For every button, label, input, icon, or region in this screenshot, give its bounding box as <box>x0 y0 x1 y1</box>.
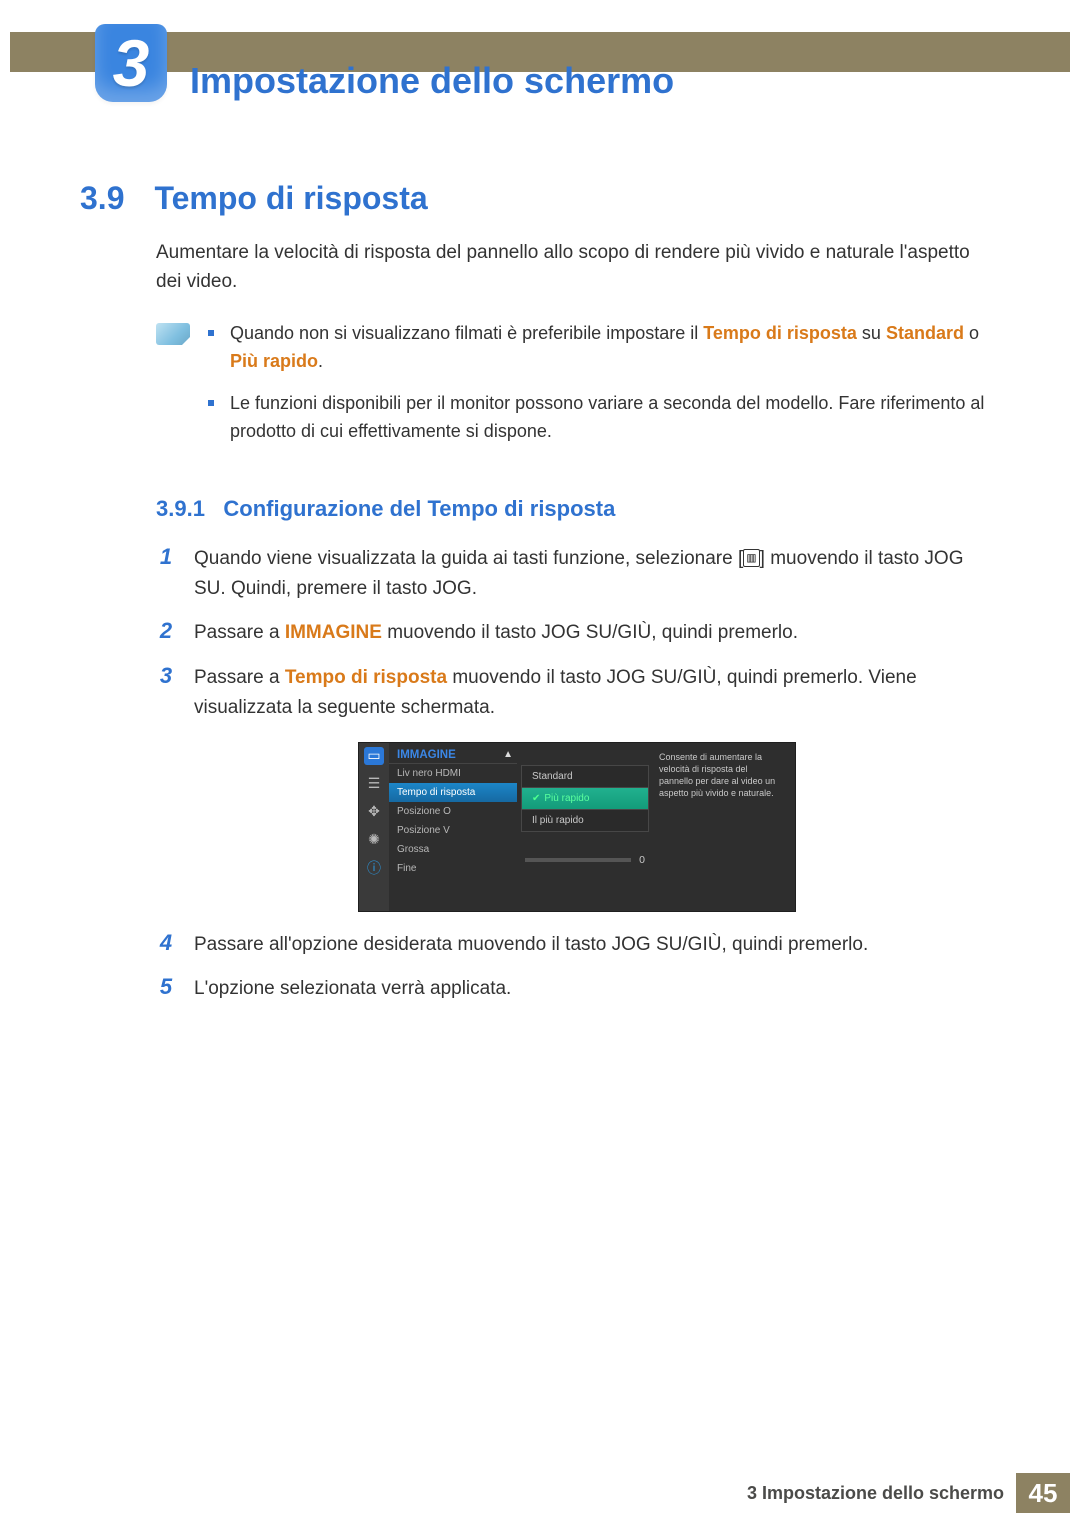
note-icon <box>156 323 190 345</box>
osd-icon-settings: ✺ <box>364 831 384 849</box>
chapter-number: 3 <box>113 24 150 102</box>
step-4: 4 Passare all'opzione desiderata muovend… <box>154 930 1000 960</box>
page-footer: 3 Impostazione dello schermo 45 <box>10 1473 1070 1513</box>
note-bullet-2: Le funzioni disponibili per il monitor p… <box>208 390 1000 446</box>
note-block: Quando non si visualizzano filmati è pre… <box>156 320 1000 460</box>
chapter-number-tab: 3 <box>95 24 167 102</box>
section-title: Tempo di risposta <box>154 180 427 216</box>
osd-slider-value: 0 <box>639 854 645 866</box>
page-content: 3.9 Tempo di risposta Aumentare la veloc… <box>80 180 1000 1018</box>
page-number: 45 <box>1016 1473 1070 1513</box>
osd-option-il-piu-rapido: Il più rapido <box>521 810 649 832</box>
subsection-heading: 3.9.1 Configurazione del Tempo di rispos… <box>156 496 1000 522</box>
step-3: 3 Passare a Tempo di risposta muovendo i… <box>154 663 1000 724</box>
footer-text: 3 Impostazione dello schermo <box>747 1483 1004 1504</box>
osd-icon-size: ☰ <box>364 775 384 793</box>
steps-list: 1 Quando viene visualizzata la guida ai … <box>154 544 1000 1005</box>
osd-help-text: Consente di aumentare la velocità di ris… <box>653 743 783 911</box>
subsection-title: Configurazione del Tempo di risposta <box>223 496 615 521</box>
chapter-title: Impostazione dello schermo <box>190 60 674 102</box>
osd-option-standard: Standard <box>521 765 649 788</box>
osd-item-liv-nero: Liv nero HDMI <box>389 764 517 783</box>
osd-item-grossa: Grossa <box>389 840 517 859</box>
osd-options: Standard Più rapido Il più rapido 0 <box>517 743 653 911</box>
osd-item-tempo-risposta: Tempo di risposta <box>389 783 517 802</box>
osd-menu-header: IMMAGINE ▲ <box>389 745 517 764</box>
menu-icon: ▥ <box>743 549 759 567</box>
osd-menu: IMMAGINE ▲ Liv nero HDMI Tempo di rispos… <box>389 743 517 911</box>
step-5: 5 L'opzione selezionata verrà applicata. <box>154 974 1000 1004</box>
section-heading: 3.9 Tempo di risposta <box>80 180 1000 217</box>
osd-item-posizione-v: Posizione V <box>389 821 517 840</box>
osd-icon-info: ⓘ <box>364 859 384 877</box>
subsection-number: 3.9.1 <box>156 496 205 521</box>
step-1: 1 Quando viene visualizzata la guida ai … <box>154 544 1000 605</box>
chapter-banner: 3 Impostazione dello schermo <box>10 24 1070 102</box>
step-2: 2 Passare a IMMAGINE muovendo il tasto J… <box>154 618 1000 648</box>
osd-option-piu-rapido: Più rapido <box>521 788 649 810</box>
osd-item-fine: Fine <box>389 859 517 878</box>
note-bullet-1: Quando non si visualizzano filmati è pre… <box>208 320 1000 376</box>
note-bullets: Quando non si visualizzano filmati è pre… <box>208 320 1000 460</box>
osd-main: IMMAGINE ▲ Liv nero HDMI Tempo di rispos… <box>389 743 795 911</box>
osd-item-posizione-o: Posizione O <box>389 802 517 821</box>
section-intro: Aumentare la velocità di risposta del pa… <box>156 239 1000 296</box>
osd-sidebar: ▭ ☰ ✥ ✺ ⓘ <box>359 743 389 911</box>
section-number: 3.9 <box>80 180 150 217</box>
osd-icon-picture: ▭ <box>364 747 384 765</box>
osd-slider-bar <box>525 858 631 862</box>
osd-slider: 0 <box>521 854 649 866</box>
osd-icon-position: ✥ <box>364 803 384 821</box>
osd-screenshot: ▭ ☰ ✥ ✺ ⓘ IMMAGINE ▲ Liv nero HDMI Tempo… <box>358 742 796 912</box>
osd-up-arrow-icon: ▲ <box>503 749 513 760</box>
